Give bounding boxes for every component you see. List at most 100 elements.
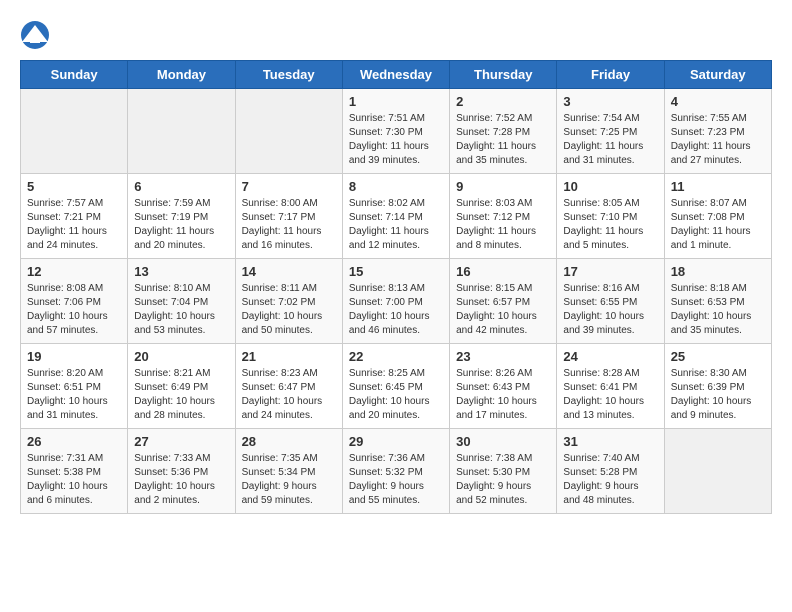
calendar-cell [21, 89, 128, 174]
day-number: 22 [349, 349, 443, 364]
day-number: 2 [456, 94, 550, 109]
day-info: Sunrise: 7:31 AM Sunset: 5:38 PM Dayligh… [27, 452, 121, 508]
day-number: 18 [671, 264, 765, 279]
day-info: Sunrise: 7:51 AM Sunset: 7:30 PM Dayligh… [349, 112, 443, 168]
calendar-week-row: 1Sunrise: 7:51 AM Sunset: 7:30 PM Daylig… [21, 89, 772, 174]
day-info: Sunrise: 8:10 AM Sunset: 7:04 PM Dayligh… [134, 282, 228, 338]
calendar-cell: 8 Sunrise: 8:02 AM Sunset: 7:14 PM Daylig… [342, 174, 449, 259]
calendar-header-thursday: Thursday [450, 61, 557, 89]
day-info: Sunrise: 8:08 AM Sunset: 7:06 PM Dayligh… [27, 282, 121, 338]
day-info: Sunrise: 8:13 AM Sunset: 7:00 PM Dayligh… [349, 282, 443, 338]
calendar-cell: 5 Sunrise: 7:57 AM Sunset: 7:21 PM Daylig… [21, 174, 128, 259]
calendar-cell: 13Sunrise: 8:10 AM Sunset: 7:04 PM Dayli… [128, 259, 235, 344]
calendar-cell: 31 Sunrise: 7:40 AM Sunset: 5:28 PM Dayli… [557, 429, 664, 514]
calendar-week-row: 12 Sunrise: 8:08 AM Sunset: 7:06 PM Dayli… [21, 259, 772, 344]
day-number: 8 [349, 179, 443, 194]
calendar-cell: 2 Sunrise: 7:52 AM Sunset: 7:28 PM Daylig… [450, 89, 557, 174]
calendar-cell: 25 Sunrise: 8:30 AM Sunset: 6:39 PM Dayli… [664, 344, 771, 429]
logo [20, 20, 54, 50]
day-number: 31 [563, 434, 657, 449]
day-number: 15 [349, 264, 443, 279]
day-info: Sunrise: 8:30 AM Sunset: 6:39 PM Dayligh… [671, 367, 765, 423]
calendar-cell: 29 Sunrise: 7:36 AM Sunset: 5:32 PM Dayli… [342, 429, 449, 514]
calendar-header-monday: Monday [128, 61, 235, 89]
logo-icon [20, 20, 50, 50]
day-info: Sunrise: 8:21 AM Sunset: 6:49 PM Dayligh… [134, 367, 228, 423]
day-number: 26 [27, 434, 121, 449]
day-info: Sunrise: 8:16 AM Sunset: 6:55 PM Dayligh… [563, 282, 657, 338]
calendar-header-friday: Friday [557, 61, 664, 89]
day-number: 29 [349, 434, 443, 449]
calendar-cell: 26 Sunrise: 7:31 AM Sunset: 5:38 PM Dayli… [21, 429, 128, 514]
calendar-cell: 16 Sunrise: 8:15 AM Sunset: 6:57 PM Dayli… [450, 259, 557, 344]
calendar-cell: 14Sunrise: 8:11 AM Sunset: 7:02 PM Dayli… [235, 259, 342, 344]
calendar-cell [235, 89, 342, 174]
day-info: Sunrise: 7:38 AM Sunset: 5:30 PM Dayligh… [456, 452, 550, 508]
day-info: Sunrise: 8:00 AM Sunset: 7:17 PM Dayligh… [242, 197, 336, 253]
day-info: Sunrise: 7:55 AM Sunset: 7:23 PM Dayligh… [671, 112, 765, 168]
calendar-header-wednesday: Wednesday [342, 61, 449, 89]
day-info: Sunrise: 8:25 AM Sunset: 6:45 PM Dayligh… [349, 367, 443, 423]
day-number: 14 [242, 264, 336, 279]
calendar-cell: 7Sunrise: 8:00 AM Sunset: 7:17 PM Daylig… [235, 174, 342, 259]
calendar-cell: 24 Sunrise: 8:28 AM Sunset: 6:41 PM Dayli… [557, 344, 664, 429]
calendar-cell: 10Sunrise: 8:05 AM Sunset: 7:10 PM Dayli… [557, 174, 664, 259]
calendar-week-row: 5 Sunrise: 7:57 AM Sunset: 7:21 PM Daylig… [21, 174, 772, 259]
day-info: Sunrise: 8:20 AM Sunset: 6:51 PM Dayligh… [27, 367, 121, 423]
calendar-cell: 12 Sunrise: 8:08 AM Sunset: 7:06 PM Dayli… [21, 259, 128, 344]
day-number: 30 [456, 434, 550, 449]
calendar-cell: 22 Sunrise: 8:25 AM Sunset: 6:45 PM Dayli… [342, 344, 449, 429]
day-number: 27 [134, 434, 228, 449]
calendar-cell: 17 Sunrise: 8:16 AM Sunset: 6:55 PM Dayli… [557, 259, 664, 344]
day-info: Sunrise: 8:07 AM Sunset: 7:08 PM Dayligh… [671, 197, 765, 253]
calendar-header-sunday: Sunday [21, 61, 128, 89]
day-number: 20 [134, 349, 228, 364]
day-info: Sunrise: 8:03 AM Sunset: 7:12 PM Dayligh… [456, 197, 550, 253]
calendar-cell: 23Sunrise: 8:26 AM Sunset: 6:43 PM Dayli… [450, 344, 557, 429]
calendar-cell: 30 Sunrise: 7:38 AM Sunset: 5:30 PM Dayli… [450, 429, 557, 514]
day-info: Sunrise: 7:59 AM Sunset: 7:19 PM Dayligh… [134, 197, 228, 253]
page-header [20, 20, 772, 50]
day-number: 28 [242, 434, 336, 449]
calendar-header-tuesday: Tuesday [235, 61, 342, 89]
day-info: Sunrise: 7:52 AM Sunset: 7:28 PM Dayligh… [456, 112, 550, 168]
calendar-cell: 6 Sunrise: 7:59 AM Sunset: 7:19 PM Daylig… [128, 174, 235, 259]
day-info: Sunrise: 7:40 AM Sunset: 5:28 PM Dayligh… [563, 452, 657, 508]
calendar-cell [664, 429, 771, 514]
calendar-cell [128, 89, 235, 174]
day-info: Sunrise: 8:23 AM Sunset: 6:47 PM Dayligh… [242, 367, 336, 423]
calendar-table: SundayMondayTuesdayWednesdayThursdayFrid… [20, 60, 772, 514]
day-number: 3 [563, 94, 657, 109]
calendar-cell: 18 Sunrise: 8:18 AM Sunset: 6:53 PM Dayli… [664, 259, 771, 344]
day-number: 24 [563, 349, 657, 364]
day-info: Sunrise: 7:35 AM Sunset: 5:34 PM Dayligh… [242, 452, 336, 508]
day-number: 17 [563, 264, 657, 279]
day-number: 5 [27, 179, 121, 194]
day-info: Sunrise: 7:36 AM Sunset: 5:32 PM Dayligh… [349, 452, 443, 508]
calendar-cell: 1Sunrise: 7:51 AM Sunset: 7:30 PM Daylig… [342, 89, 449, 174]
calendar-cell: 19Sunrise: 8:20 AM Sunset: 6:51 PM Dayli… [21, 344, 128, 429]
day-number: 6 [134, 179, 228, 194]
day-number: 10 [563, 179, 657, 194]
day-info: Sunrise: 8:02 AM Sunset: 7:14 PM Dayligh… [349, 197, 443, 253]
calendar-cell: 28 Sunrise: 7:35 AM Sunset: 5:34 PM Dayli… [235, 429, 342, 514]
day-number: 16 [456, 264, 550, 279]
day-number: 9 [456, 179, 550, 194]
day-info: Sunrise: 8:18 AM Sunset: 6:53 PM Dayligh… [671, 282, 765, 338]
day-number: 23 [456, 349, 550, 364]
calendar-header-row: SundayMondayTuesdayWednesdayThursdayFrid… [21, 61, 772, 89]
day-number: 11 [671, 179, 765, 194]
day-info: Sunrise: 8:28 AM Sunset: 6:41 PM Dayligh… [563, 367, 657, 423]
calendar-cell: 3Sunrise: 7:54 AM Sunset: 7:25 PM Daylig… [557, 89, 664, 174]
calendar-cell: 9 Sunrise: 8:03 AM Sunset: 7:12 PM Daylig… [450, 174, 557, 259]
day-number: 21 [242, 349, 336, 364]
day-info: Sunrise: 8:15 AM Sunset: 6:57 PM Dayligh… [456, 282, 550, 338]
day-number: 25 [671, 349, 765, 364]
day-number: 12 [27, 264, 121, 279]
calendar-week-row: 19Sunrise: 8:20 AM Sunset: 6:51 PM Dayli… [21, 344, 772, 429]
calendar-cell: 4 Sunrise: 7:55 AM Sunset: 7:23 PM Daylig… [664, 89, 771, 174]
day-info: Sunrise: 7:57 AM Sunset: 7:21 PM Dayligh… [27, 197, 121, 253]
day-number: 4 [671, 94, 765, 109]
calendar-week-row: 26 Sunrise: 7:31 AM Sunset: 5:38 PM Dayli… [21, 429, 772, 514]
calendar-cell: 11 Sunrise: 8:07 AM Sunset: 7:08 PM Dayli… [664, 174, 771, 259]
